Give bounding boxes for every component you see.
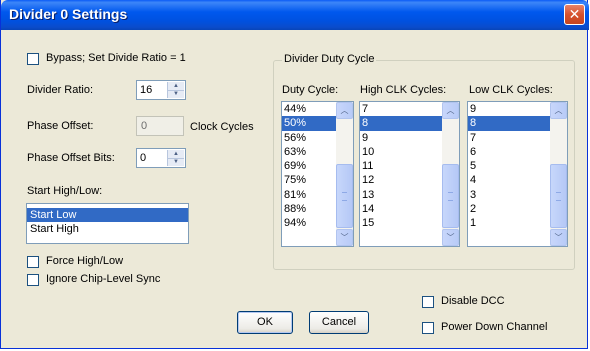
- list-item[interactable]: 88%: [282, 202, 336, 216]
- title-bar[interactable]: Divider 0 Settings ✕: [1, 0, 589, 30]
- list-item[interactable]: 11: [360, 159, 442, 173]
- cancel-button[interactable]: Cancel: [309, 311, 369, 334]
- duty-cycle-group-title: Divider Duty Cycle: [282, 53, 377, 65]
- scroll-thumb[interactable]: [442, 164, 459, 228]
- disable-dcc-label: Disable DCC: [441, 295, 505, 307]
- close-button[interactable]: ✕: [564, 4, 585, 25]
- scroll-down-icon[interactable]: ﹀: [550, 229, 567, 246]
- phase-offset-label: Phase Offset:: [27, 120, 94, 132]
- duty-cycle-header: Duty Cycle:: [282, 84, 339, 96]
- power-down-checkbox[interactable]: [422, 322, 434, 334]
- list-item[interactable]: 6: [468, 145, 550, 159]
- list-item[interactable]: 9: [360, 131, 442, 145]
- list-item[interactable]: 7: [468, 131, 550, 145]
- list-item[interactable]: 69%: [282, 159, 336, 173]
- list-item[interactable]: 15: [360, 216, 442, 230]
- phase-offset-bits-stepper[interactable]: 0 ▲ ▼: [136, 148, 186, 168]
- list-item[interactable]: 50%: [282, 116, 336, 131]
- phase-offset-field: 0: [136, 116, 184, 136]
- list-item[interactable]: 3: [468, 188, 550, 202]
- ok-button[interactable]: OK: [237, 311, 293, 334]
- list-item[interactable]: 8: [468, 116, 550, 131]
- list-item[interactable]: 10: [360, 145, 442, 159]
- phase-offset-value: 0: [141, 120, 148, 132]
- power-down-label: Power Down Channel: [441, 321, 548, 333]
- high-clk-header: High CLK Cycles:: [360, 84, 447, 96]
- list-item[interactable]: 81%: [282, 188, 336, 202]
- scroll-up-icon[interactable]: ︿: [550, 102, 567, 119]
- low-clk-scrollbar[interactable]: ︿ ﹀: [550, 102, 567, 246]
- list-item[interactable]: 56%: [282, 131, 336, 145]
- list-item-start-low[interactable]: Start Low: [27, 208, 188, 222]
- bypass-checkbox[interactable]: [27, 53, 39, 65]
- list-item[interactable]: 13: [360, 188, 442, 202]
- spin-down-icon[interactable]: ▼: [168, 158, 184, 166]
- low-clk-header: Low CLK Cycles:: [469, 84, 553, 96]
- scroll-up-icon[interactable]: ︿: [442, 102, 459, 119]
- list-item[interactable]: 75%: [282, 173, 336, 187]
- divider-ratio-spin[interactable]: ▲ ▼: [167, 82, 184, 98]
- list-item[interactable]: 44%: [282, 102, 336, 116]
- high-clk-scrollbar[interactable]: ︿ ﹀: [442, 102, 459, 246]
- ignore-sync-checkbox[interactable]: [27, 274, 39, 286]
- divider-ratio-label: Divider Ratio:: [27, 84, 94, 96]
- bypass-label: Bypass; Set Divide Ratio = 1: [46, 52, 186, 64]
- duty-cycle-list[interactable]: 44% 50% 56% 63% 69% 75% 81% 88% 94% ︿ ﹀: [281, 101, 354, 247]
- list-item[interactable]: 7: [360, 102, 442, 116]
- phase-offset-unit: Clock Cycles: [190, 121, 254, 133]
- list-item[interactable]: 12: [360, 173, 442, 187]
- ignore-sync-label: Ignore Chip-Level Sync: [46, 273, 161, 285]
- close-icon: ✕: [568, 6, 581, 22]
- disable-dcc-checkbox[interactable]: [422, 296, 434, 308]
- list-item[interactable]: 63%: [282, 145, 336, 159]
- phase-offset-bits-spin[interactable]: ▲ ▼: [167, 150, 184, 166]
- list-item[interactable]: 1: [468, 216, 550, 230]
- list-item[interactable]: 2: [468, 202, 550, 216]
- list-item[interactable]: 5: [468, 159, 550, 173]
- scroll-down-icon[interactable]: ﹀: [336, 229, 353, 246]
- dialog-window: Divider 0 Settings ✕ Bypass; Set Divide …: [0, 0, 589, 349]
- force-high-low-checkbox[interactable]: [27, 256, 39, 268]
- divider-ratio-value: 16: [140, 84, 153, 96]
- phase-offset-bits-label: Phase Offset Bits:: [27, 152, 115, 164]
- list-item[interactable]: 9: [468, 102, 550, 116]
- divider-ratio-stepper[interactable]: 16 ▲ ▼: [136, 80, 186, 100]
- list-item[interactable]: 8: [360, 116, 442, 131]
- scroll-up-icon[interactable]: ︿: [336, 102, 353, 119]
- spin-down-icon[interactable]: ▼: [168, 90, 184, 98]
- force-high-low-label: Force High/Low: [46, 255, 124, 267]
- window-title: Divider 0 Settings: [9, 6, 128, 22]
- scroll-thumb[interactable]: [550, 164, 567, 228]
- list-item[interactable]: 14: [360, 202, 442, 216]
- list-item[interactable]: 94%: [282, 216, 336, 230]
- scroll-down-icon[interactable]: ﹀: [442, 229, 459, 246]
- duty-cycle-scrollbar[interactable]: ︿ ﹀: [336, 102, 353, 246]
- scroll-thumb[interactable]: [336, 164, 353, 228]
- high-clk-list[interactable]: 7 8 9 10 11 12 13 14 15 ︿ ﹀: [359, 101, 460, 247]
- start-high-low-label: Start High/Low:: [27, 185, 103, 197]
- list-item-start-high[interactable]: Start High: [27, 222, 188, 236]
- phase-offset-bits-value: 0: [140, 152, 147, 164]
- list-item[interactable]: 4: [468, 173, 550, 187]
- low-clk-list[interactable]: 9 8 7 6 5 4 3 2 1 ︿ ﹀: [467, 101, 568, 247]
- start-high-low-list[interactable]: Start Low Start High: [26, 203, 189, 244]
